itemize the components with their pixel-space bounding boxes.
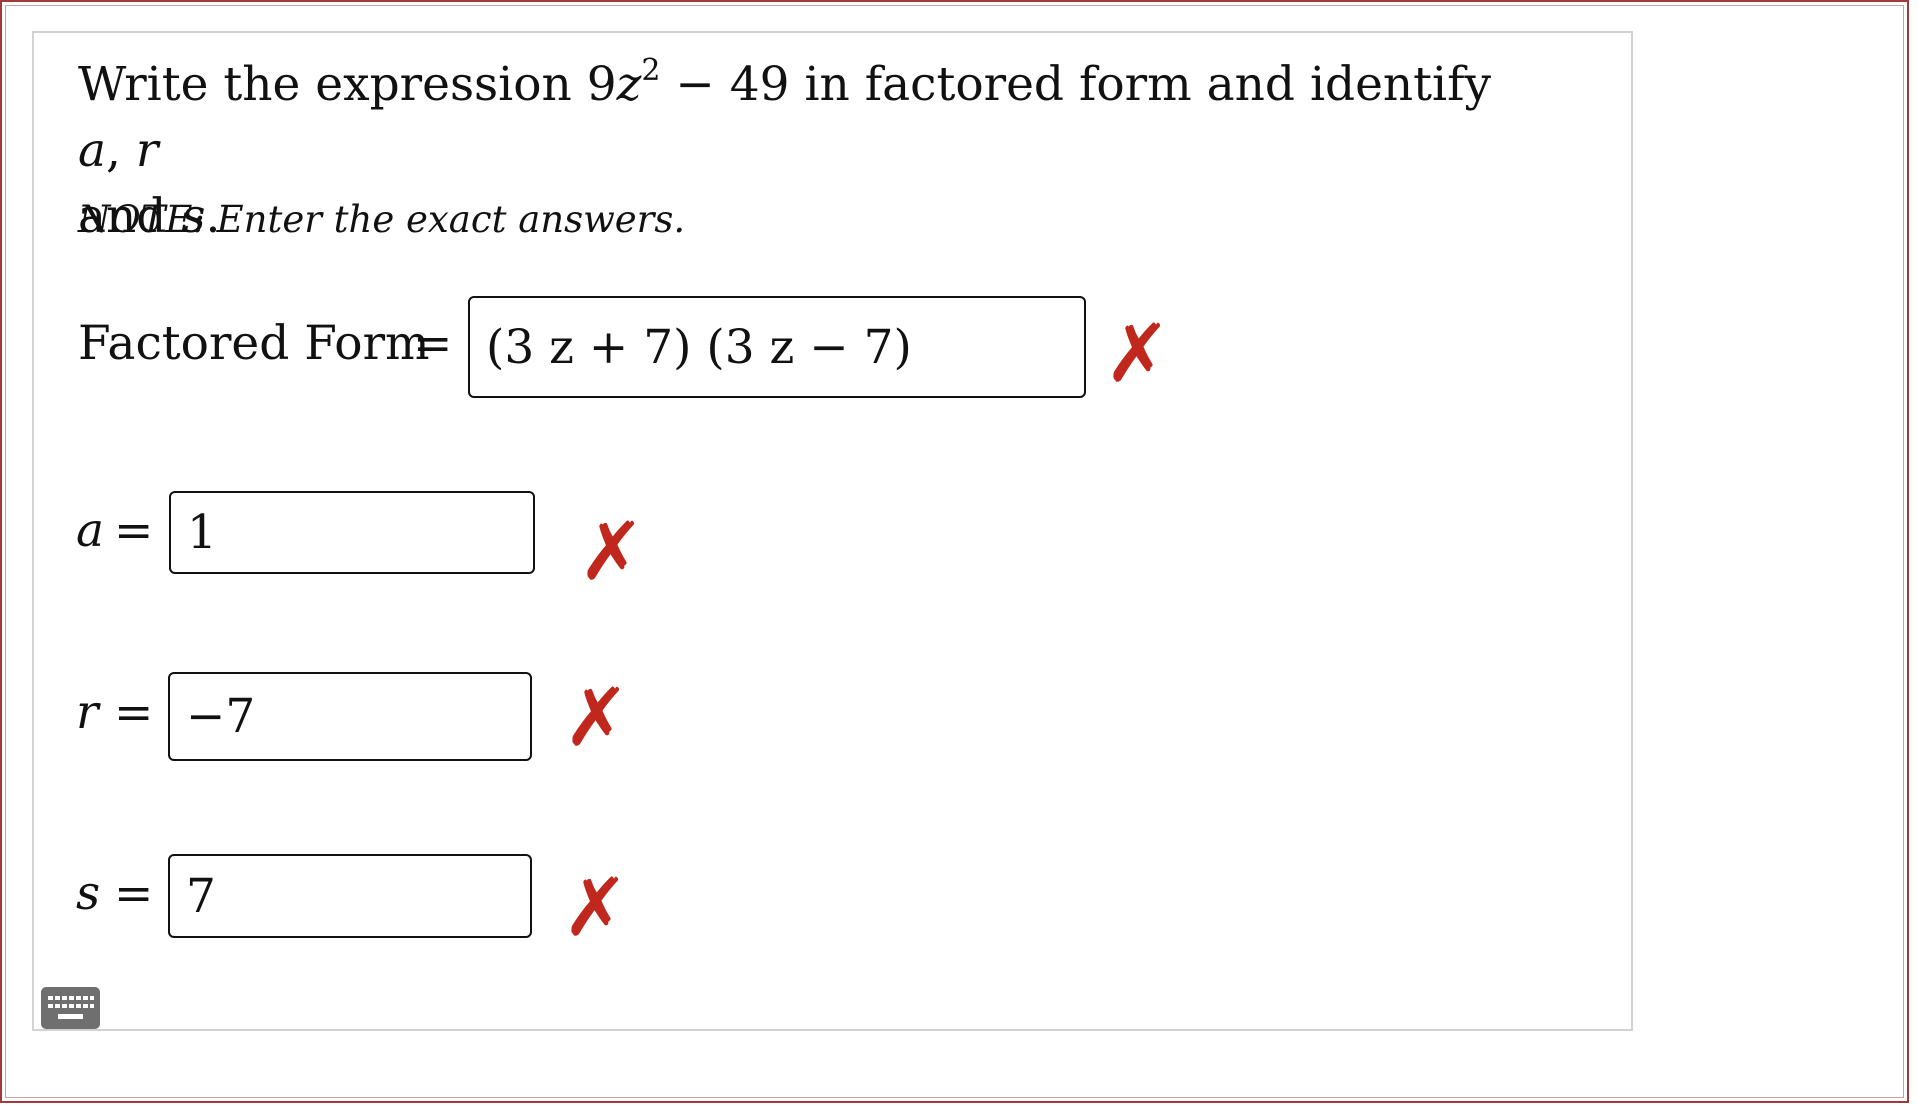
- s-label: s: [76, 866, 101, 921]
- keyboard-icon[interactable]: [41, 987, 100, 1029]
- factored-form-label: Factored Form: [78, 316, 430, 371]
- factored-form-equals: =: [413, 316, 453, 371]
- s-input[interactable]: 7: [168, 854, 532, 938]
- note-text: NOTE: Enter the exact answers.: [78, 198, 686, 241]
- r-input[interactable]: −7: [168, 672, 532, 761]
- x-mark-icon: ✗: [562, 861, 630, 954]
- a-input[interactable]: 1: [169, 491, 535, 574]
- x-mark-icon: ✗: [563, 671, 631, 764]
- a-label: a: [76, 503, 105, 558]
- s-equals: =: [114, 866, 154, 921]
- x-mark-icon: ✗: [578, 505, 646, 598]
- a-equals: =: [114, 503, 154, 558]
- x-mark-icon: ✗: [1104, 307, 1172, 400]
- r-label: r: [76, 685, 99, 740]
- factored-form-input[interactable]: (3 z + 7) (3 z − 7): [468, 296, 1086, 398]
- r-equals: =: [114, 685, 154, 740]
